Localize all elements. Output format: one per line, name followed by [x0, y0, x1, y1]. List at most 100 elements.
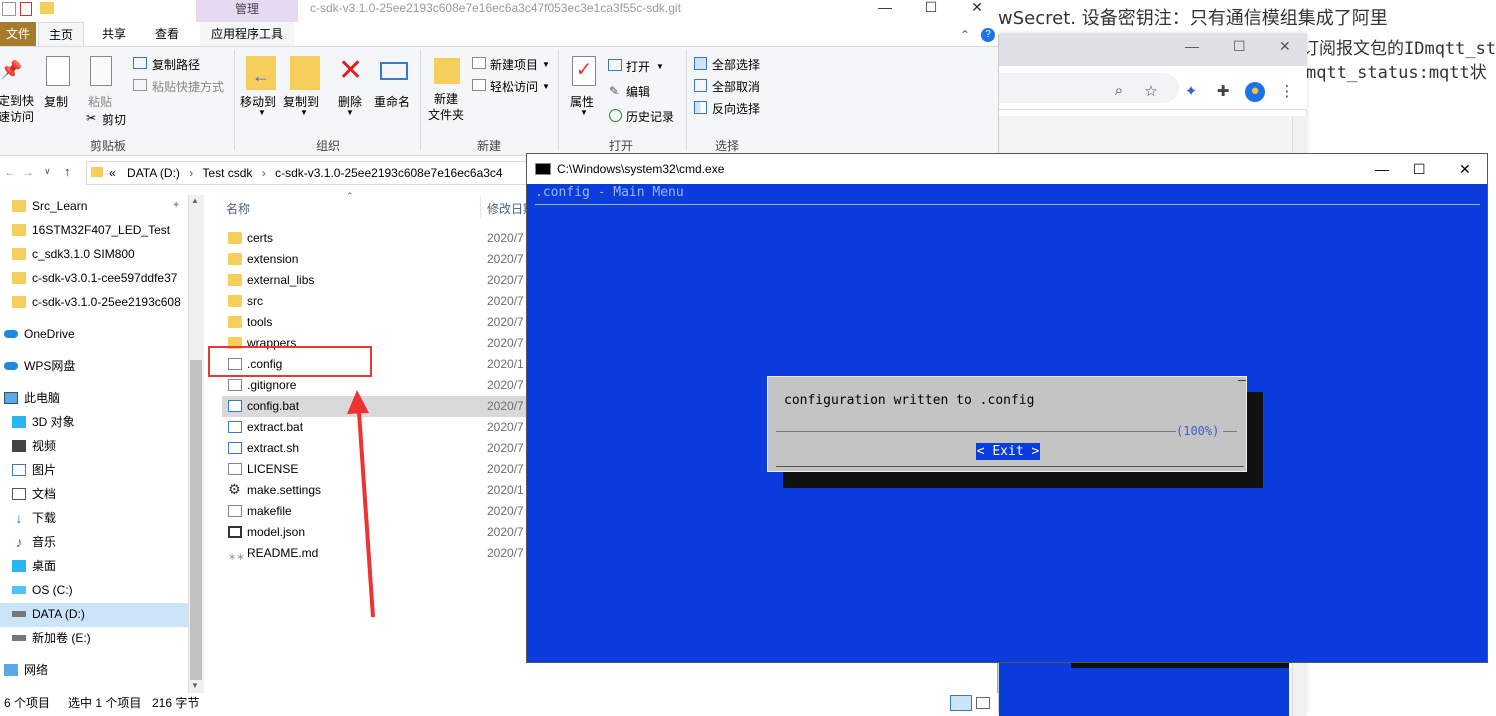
invert-selection-button[interactable]: 反向选择 [712, 100, 760, 117]
desktop-icon [12, 559, 26, 572]
maximize-icon[interactable]: ☐ [908, 0, 954, 20]
profile-icon[interactable]: ● [1245, 82, 1265, 102]
chevron-down-icon: ▼ [542, 60, 550, 69]
address-bar[interactable]: « DATA (D:) › Test csdk › c-sdk-v3.1.0-2… [86, 161, 528, 185]
copy-path-button[interactable]: 复制路径 [152, 56, 200, 73]
nav-item[interactable]: OS (C:) [0, 578, 188, 602]
tab-app-tools[interactable]: 应用程序工具 [200, 22, 294, 46]
close-icon[interactable]: ✕ [954, 0, 1000, 20]
nav-item[interactable]: 3D 对象 [0, 410, 188, 434]
select-none-button[interactable]: 全部取消 [712, 78, 760, 95]
chevron-up-icon[interactable]: ⌃ [960, 28, 970, 42]
tab-file[interactable]: 文件 [0, 22, 36, 46]
history-button[interactable]: 历史记录 [626, 108, 674, 125]
nav-item[interactable]: 网络 [0, 658, 188, 682]
nav-item[interactable]: 文档 [0, 482, 188, 506]
cloud-icon [4, 329, 18, 338]
nav-item[interactable]: 此电脑 [0, 386, 188, 410]
copy-button[interactable]: 复制 [44, 93, 68, 110]
easy-access-button[interactable]: 轻松访问 [490, 78, 538, 95]
folder-icon [228, 253, 242, 265]
tab-view[interactable]: 查看 [142, 22, 192, 46]
nav-item[interactable]: 视频 [0, 434, 188, 458]
pin-icon[interactable]: 📌 [0, 60, 22, 82]
close-icon[interactable]: ✕ [1459, 154, 1471, 184]
maximize-icon[interactable]: ☐ [1233, 38, 1246, 55]
scroll-up-icon[interactable]: ▲ [191, 196, 199, 205]
help-icon[interactable]: ? [981, 28, 995, 42]
paste-shortcut-button[interactable]: 粘贴快捷方式 [152, 78, 224, 95]
recent-chevron-down-icon[interactable]: ∨ [44, 166, 51, 177]
breadcrumb-drive[interactable]: DATA (D:) [127, 166, 180, 180]
back-icon[interactable]: ← [4, 165, 16, 179]
file-row[interactable]: .gitignore 2020/7 [222, 375, 532, 396]
file-row[interactable]: src 2020/7 [222, 291, 532, 312]
close-icon[interactable]: ✕ [1279, 38, 1291, 55]
maximize-icon[interactable]: ☐ [1413, 154, 1426, 184]
nav-item[interactable]: 16STM32F407_LED_Test [0, 218, 188, 242]
minimize-icon[interactable]: — [862, 0, 908, 20]
nav-item[interactable]: Src_Learn ✦ [0, 194, 188, 218]
tab-share[interactable]: 共享 [90, 22, 138, 46]
file-row[interactable]: tools 2020/7 [222, 312, 532, 333]
nav-item[interactable]: 桌面 [0, 554, 188, 578]
file-row[interactable]: model.json 2020/7 [222, 522, 532, 543]
file-row[interactable]: certs 2020/7 [222, 228, 532, 249]
new-item-button[interactable]: 新建项目 [490, 56, 538, 73]
pin-quick-access-button[interactable]: 定到快 速访问 [0, 93, 34, 125]
file-row-selected[interactable]: config.bat 2020/7 [222, 396, 532, 417]
file-row[interactable]: extract.sh 2020/7 [222, 438, 532, 459]
nav-item[interactable]: c-sdk-v3.1.0-25ee2193c608 [0, 290, 188, 314]
cut-button[interactable]: 剪切 [102, 111, 126, 128]
file-row[interactable]: ⚙ make.settings 2020/1 [222, 480, 532, 501]
puzzle-icon[interactable]: ✚ [1213, 82, 1233, 102]
quick-access-checkbox-icon[interactable] [2, 2, 16, 16]
exit-button[interactable]: < Exit > [976, 443, 1040, 460]
breadcrumb-current[interactable]: c-sdk-v3.1.0-25ee2193c608e7e16ec6a3c4 [275, 166, 503, 180]
new-folder-button[interactable]: 新建 文件夹 [428, 91, 464, 123]
details-view-icon[interactable] [950, 695, 972, 711]
open-button[interactable]: 打开 [626, 58, 650, 75]
pin-icon[interactable]: ✦ [172, 194, 180, 218]
select-all-button[interactable]: 全部选择 [712, 56, 760, 73]
nav-item[interactable]: ↓ 下载 [0, 506, 188, 530]
file-row[interactable]: extract.bat 2020/7 [222, 417, 532, 438]
column-name-header[interactable]: 名称 [226, 200, 250, 217]
nav-scrollbar-thumb[interactable] [190, 360, 202, 680]
file-row[interactable]: makefile 2020/7 [222, 501, 532, 522]
paste-button[interactable]: 粘贴 [88, 93, 112, 110]
nav-item[interactable]: OneDrive [0, 322, 188, 346]
nav-item[interactable]: WPS网盘 [0, 354, 188, 378]
large-icons-view-icon[interactable] [976, 697, 990, 709]
zoom-icon[interactable]: ⌕ [1109, 82, 1129, 102]
menu-icon[interactable]: ⋮ [1277, 82, 1297, 102]
minimize-icon[interactable]: — [1185, 38, 1199, 54]
breadcrumb-folder[interactable]: Test csdk [202, 166, 252, 180]
dialog-corner [1238, 380, 1246, 381]
nav-item[interactable]: 图片 [0, 458, 188, 482]
ribbon-context-tab-manage[interactable]: 管理 [196, 0, 298, 22]
nav-item[interactable]: 新加卷 (E:) [0, 626, 188, 650]
breadcrumb-chevron[interactable]: « [109, 166, 116, 180]
forward-icon[interactable]: → [22, 165, 34, 179]
rename-button[interactable]: 重命名 [374, 93, 410, 110]
tab-home[interactable]: 主页 [38, 22, 84, 46]
new-folder-small-icon[interactable] [40, 2, 54, 14]
properties-small-icon[interactable] [20, 2, 32, 16]
minimize-icon[interactable]: — [1375, 154, 1389, 184]
edit-button[interactable]: 编辑 [626, 83, 650, 100]
file-row[interactable]: external_libs 2020/7 [222, 270, 532, 291]
file-row[interactable]: ∗∗ README.md 2020/7 [222, 543, 532, 564]
drive-icon [12, 585, 26, 594]
up-arrow-icon[interactable]: ↑ [64, 164, 71, 179]
nav-item[interactable]: c_sdk3.1.0 SIM800 [0, 242, 188, 266]
scroll-down-icon[interactable]: ▼ [191, 681, 199, 690]
extension-icon[interactable]: ✦ [1181, 82, 1201, 102]
file-row[interactable]: LICENSE 2020/7 [222, 459, 532, 480]
file-name: README.md [247, 546, 319, 560]
nav-item[interactable]: c-sdk-v3.0.1-cee597ddfe37 [0, 266, 188, 290]
nav-item-selected[interactable]: DATA (D:) [0, 602, 188, 626]
nav-item[interactable]: ♪ 音乐 [0, 530, 188, 554]
file-row[interactable]: extension 2020/7 [222, 249, 532, 270]
star-icon[interactable]: ☆ [1141, 82, 1161, 102]
